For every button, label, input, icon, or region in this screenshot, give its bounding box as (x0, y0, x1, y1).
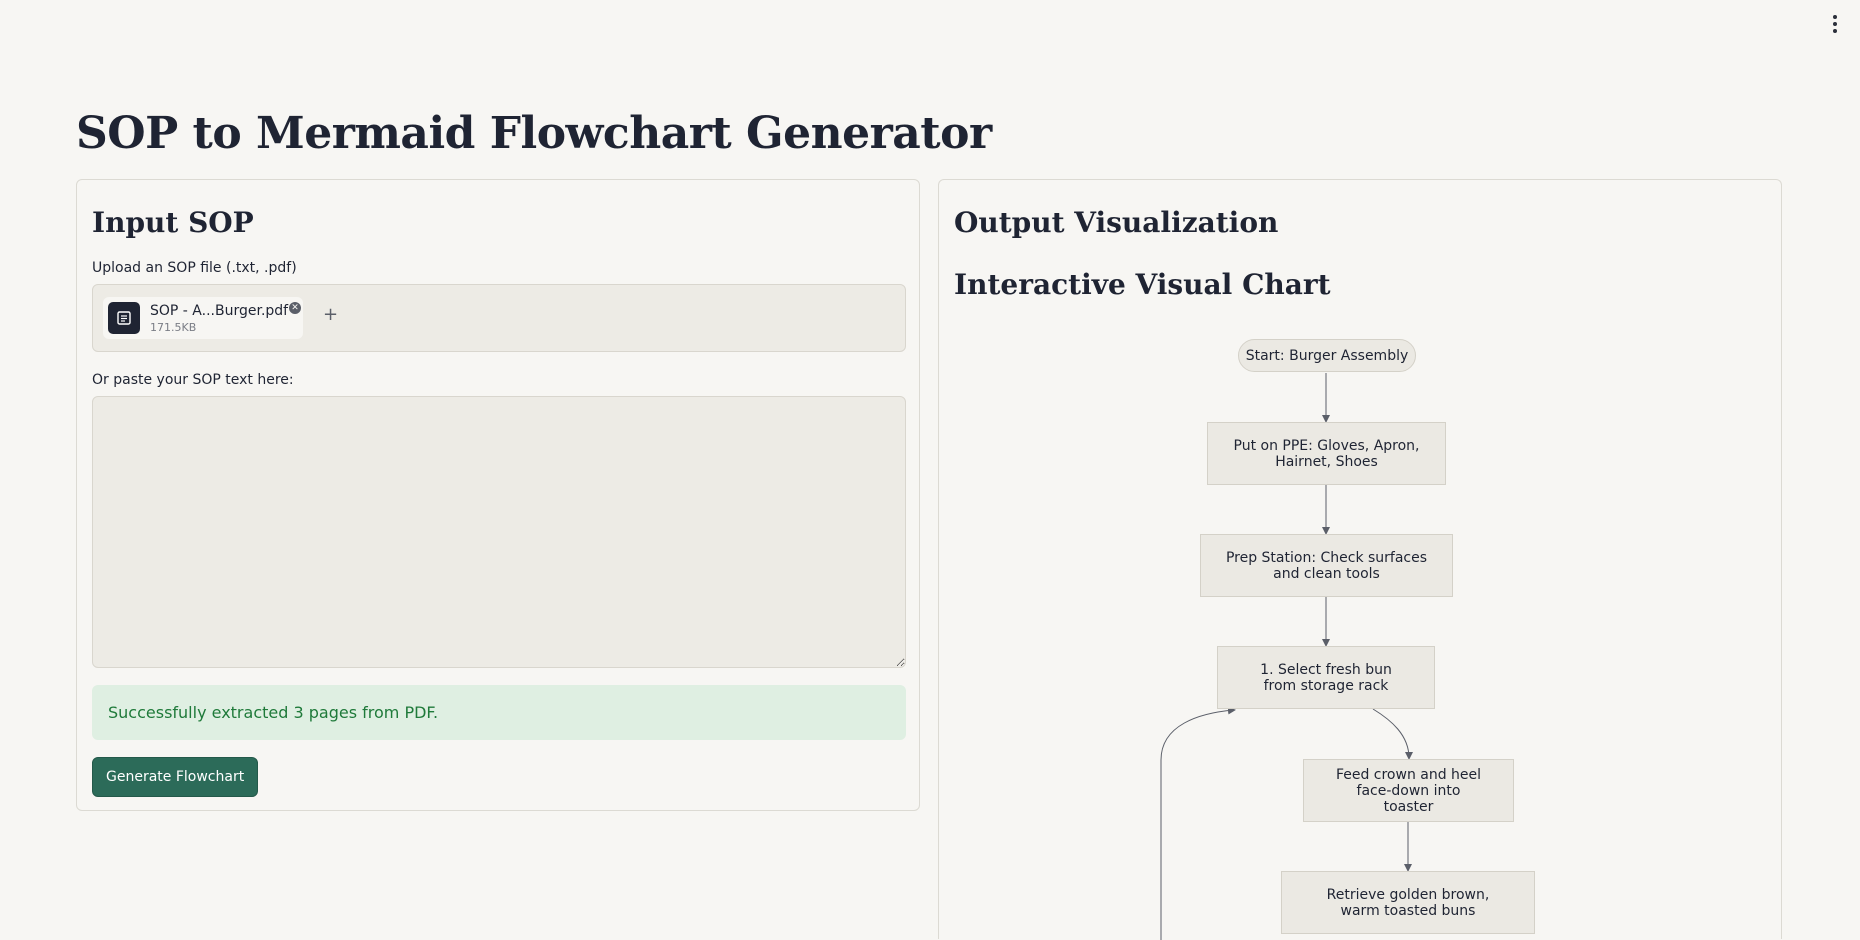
input-heading: Input SOP (92, 206, 254, 239)
generate-flowchart-button[interactable]: Generate Flowchart (92, 757, 259, 797)
file-uploader[interactable]: SOP - A...Burger.pdf 171.5KB ✕ + (92, 284, 906, 352)
flowchart[interactable]: Start: Burger Assembly Put on PPE: Glove… (939, 180, 1783, 940)
file-name: SOP - A...Burger.pdf (150, 303, 289, 319)
document-icon (108, 302, 140, 334)
upload-label: Upload an SOP file (.txt, .pdf) (92, 260, 297, 276)
sop-text-input[interactable] (92, 396, 906, 668)
node-prep[interactable]: Prep Station: Check surfaces and clean t… (1200, 534, 1453, 597)
success-alert: Successfully extracted 3 pages from PDF. (92, 685, 906, 740)
node-ppe[interactable]: Put on PPE: Gloves, Apron, Hairnet, Shoe… (1207, 422, 1446, 485)
uploaded-file-chip: SOP - A...Burger.pdf 171.5KB ✕ (103, 297, 303, 339)
close-icon[interactable]: ✕ (289, 302, 301, 314)
edge-step1-feed (1372, 708, 1413, 760)
file-size: 171.5KB (150, 321, 197, 334)
paste-label: Or paste your SOP text here: (92, 372, 294, 388)
node-feed[interactable]: Feed crown and heel face-down into toast… (1303, 759, 1514, 822)
edge-loop-back (1160, 706, 1236, 940)
node-start[interactable]: Start: Burger Assembly (1238, 339, 1416, 372)
input-panel: Input SOP Upload an SOP file (.txt, .pdf… (76, 179, 920, 811)
main-menu-icon[interactable] (1828, 14, 1842, 34)
node-retrieve[interactable]: Retrieve golden brown, warm toasted buns (1281, 871, 1535, 934)
node-step1[interactable]: 1. Select fresh bun from storage rack (1217, 646, 1435, 709)
output-panel: Output Visualization Interactive Visual … (938, 179, 1783, 940)
page-title: SOP to Mermaid Flowchart Generator (76, 108, 992, 159)
add-file-button[interactable]: + (323, 305, 338, 325)
